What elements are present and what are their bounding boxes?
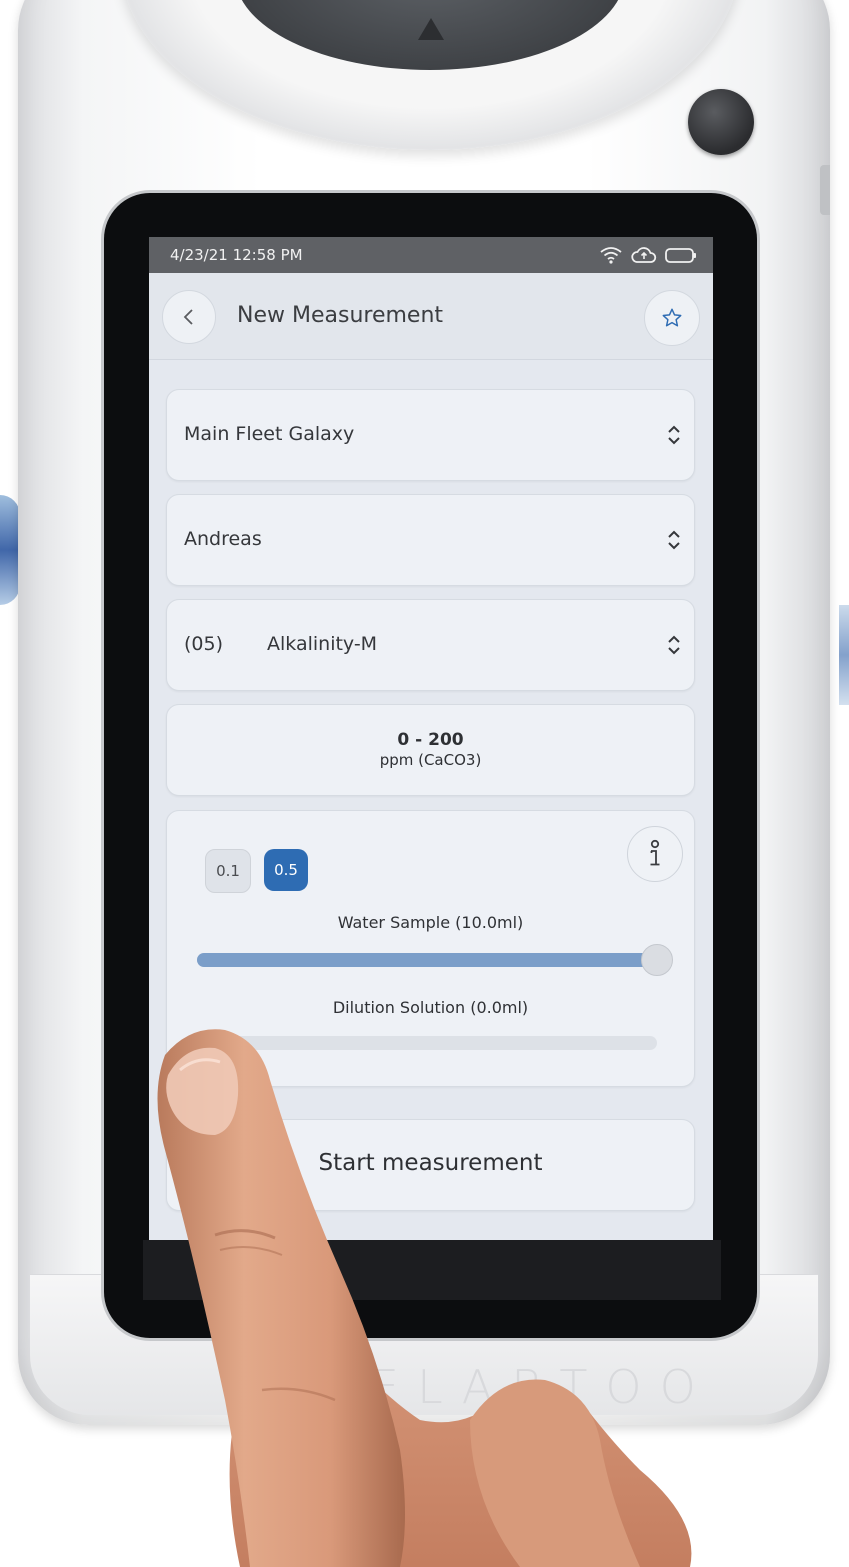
step-button-0-5[interactable]: 0.5 <box>264 849 308 891</box>
water-splash-left <box>0 495 20 605</box>
user-select[interactable]: Andreas <box>166 494 695 586</box>
power-button[interactable] <box>688 89 754 155</box>
fleet-select[interactable]: Main Fleet Galaxy <box>166 389 695 481</box>
chevron-updown-icon <box>668 635 680 655</box>
device-brand-logo: ELABTOO <box>370 1360 714 1414</box>
screen-header: New Measurement <box>149 273 713 360</box>
page-title: New Measurement <box>237 303 444 328</box>
dilution-panel: 0.1 0.5 Water Sample (10.0ml) Dilution S… <box>166 810 695 1087</box>
info-button[interactable] <box>627 826 683 882</box>
chevron-left-icon <box>183 309 193 325</box>
favorite-button[interactable] <box>644 290 700 346</box>
user-select-value: Andreas <box>184 528 262 550</box>
method-code: (05) <box>184 633 224 655</box>
water-sample-handle[interactable] <box>641 944 673 976</box>
water-sample-label: Water Sample (10.0ml) <box>337 913 524 932</box>
cloud-upload-icon <box>631 247 657 263</box>
measurement-range: 0 - 200 ppm (CaCO3) <box>166 704 695 796</box>
start-measurement-label: Start measurement <box>318 1150 543 1176</box>
chamber-arrow-icon <box>418 18 444 40</box>
method-name: Alkalinity-M <box>267 633 378 655</box>
dilution-solution-label: Dilution Solution (0.0ml) <box>332 998 529 1017</box>
bezel-bottom-strip <box>143 1240 721 1300</box>
range-value: 0 - 200 <box>397 730 464 750</box>
fleet-select-value: Main Fleet Galaxy <box>184 423 355 445</box>
chevron-updown-icon <box>668 530 680 550</box>
range-unit: ppm (CaCO3) <box>379 751 482 769</box>
method-select[interactable]: (05) Alkalinity-M <box>166 599 695 691</box>
status-bar: 4/23/21 12:58 PM <box>149 237 713 273</box>
star-icon <box>662 308 682 327</box>
water-sample-fill <box>197 953 657 967</box>
chevron-updown-icon <box>668 425 680 445</box>
dilution-solution-slider[interactable] <box>197 1036 657 1050</box>
wifi-icon <box>600 247 622 264</box>
back-button[interactable] <box>162 290 216 344</box>
device-side-slot <box>820 165 830 215</box>
status-datetime: 4/23/21 12:58 PM <box>170 246 303 264</box>
water-sample-slider[interactable] <box>197 944 673 976</box>
info-icon <box>650 839 660 866</box>
battery-icon <box>665 248 696 263</box>
water-splash-right <box>839 605 849 705</box>
step-button-0-1[interactable]: 0.1 <box>205 849 251 893</box>
touch-screen: 4/23/21 12:58 PM New Measurement Main Fl… <box>149 237 713 1240</box>
start-measurement-button[interactable]: Start measurement <box>166 1119 695 1211</box>
status-icons <box>599 245 697 265</box>
